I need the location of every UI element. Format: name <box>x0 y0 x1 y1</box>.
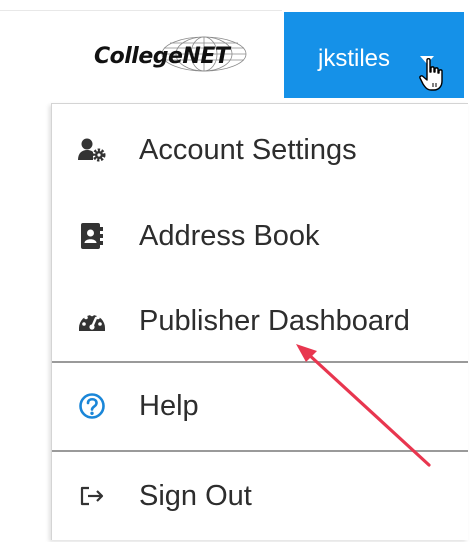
menu-item-sign-out[interactable]: Sign Out <box>52 466 468 526</box>
navbar-top-rule <box>0 10 282 11</box>
collegenet-logo[interactable]: CollegeNET <box>94 34 264 80</box>
user-menu-button[interactable]: jkstiles <box>284 12 464 98</box>
menu-item-label: Publisher Dashboard <box>139 305 410 337</box>
top-navbar: CollegeNET jkstiles <box>0 0 471 100</box>
menu-item-address-book[interactable]: Address Book <box>52 206 468 266</box>
user-name-label: jkstiles <box>318 45 391 72</box>
logo-wordmark: CollegeNET <box>94 44 230 69</box>
menu-item-label: Help <box>139 390 199 422</box>
user-gear-icon <box>78 138 106 162</box>
sign-out-icon <box>80 486 104 506</box>
question-circle-icon <box>79 393 105 419</box>
gauge-icon <box>79 312 105 331</box>
menu-divider <box>52 450 468 452</box>
menu-item-help[interactable]: Help <box>52 376 468 436</box>
address-book-icon <box>81 223 103 249</box>
menu-item-label: Account Settings <box>139 134 357 166</box>
user-dropdown-menu: Account Settings Address Book Publisher … <box>51 103 468 540</box>
menu-item-publisher-dashboard[interactable]: Publisher Dashboard <box>52 291 468 351</box>
hand-pointer-cursor-icon <box>419 58 443 91</box>
menu-item-account-settings[interactable]: Account Settings <box>52 120 468 180</box>
menu-divider <box>52 361 468 363</box>
menu-item-label: Address Book <box>139 220 320 252</box>
menu-item-label: Sign Out <box>139 480 252 512</box>
